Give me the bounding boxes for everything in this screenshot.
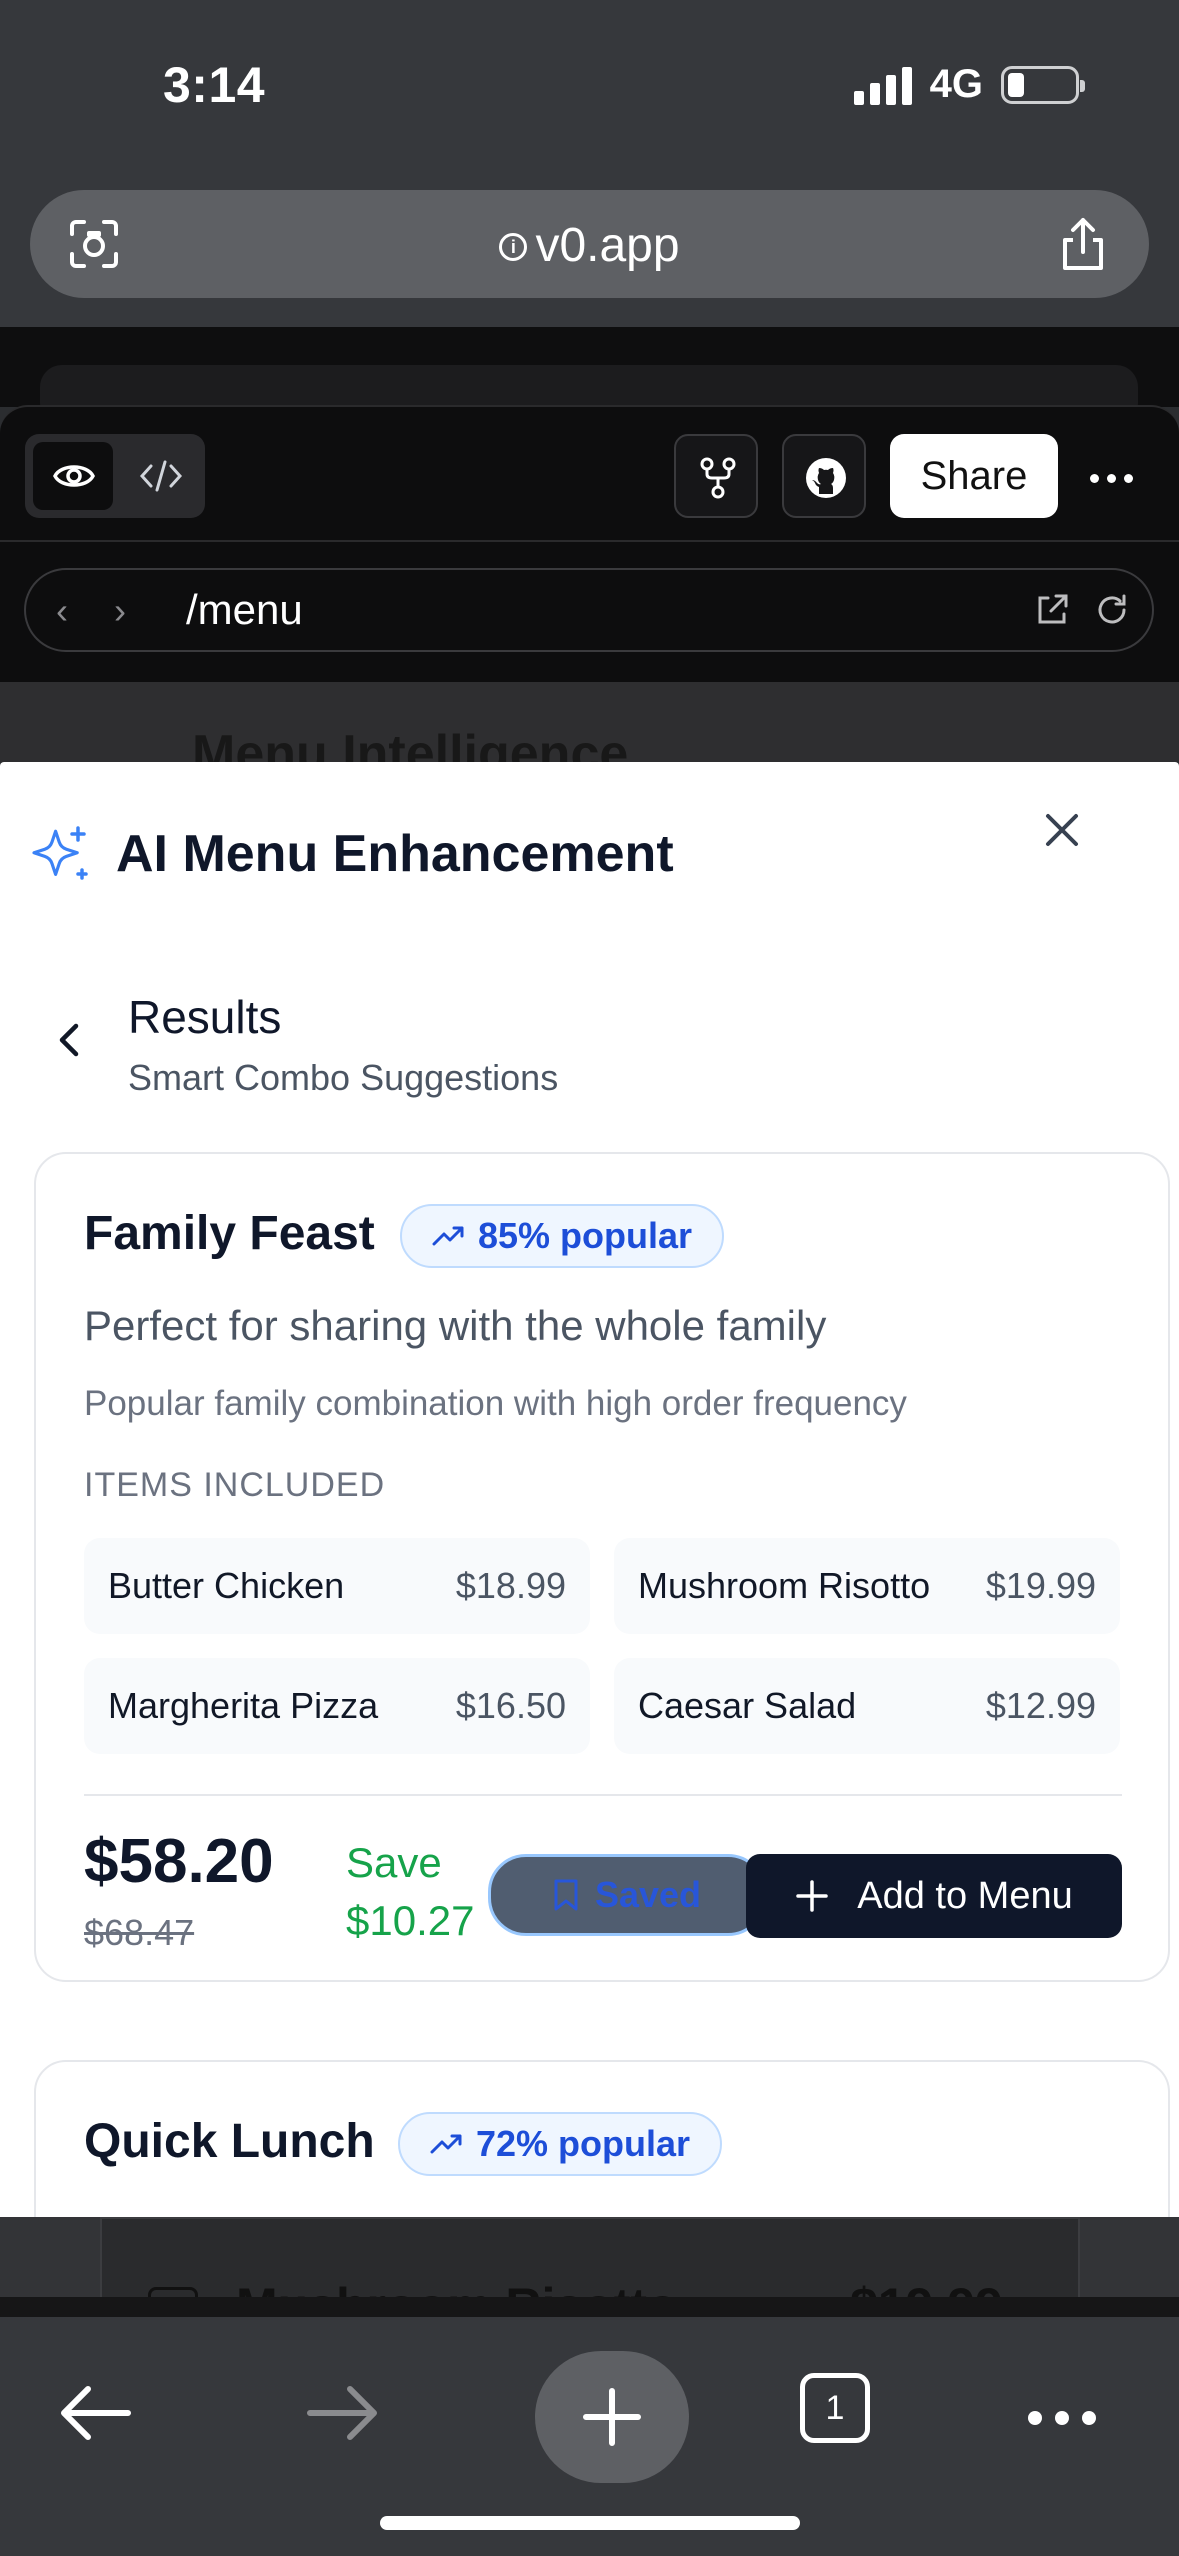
github-button[interactable] [782,434,866,518]
combo-item: Margherita Pizza $16.50 [84,1658,590,1754]
add-to-menu-button[interactable]: Add to Menu [746,1854,1122,1938]
item-name: Margherita Pizza [108,1685,379,1726]
browser-url-area: i v0.app [0,175,1179,327]
status-indicators: 4G [853,62,1085,107]
eye-icon[interactable] [53,458,95,494]
tabs-button[interactable]: 1 [800,2373,870,2443]
combo-item: Butter Chicken $18.99 [84,1538,590,1634]
new-tab-button[interactable] [535,2351,689,2483]
v0-frame-top [0,327,1179,425]
home-indicator [380,2516,800,2530]
forward-nav-icon[interactable]: › [114,590,126,632]
forward-arrow-icon[interactable] [306,2383,380,2443]
popularity-text: 72% popular [476,2123,691,2164]
background-page-bottom: Mushroom Risotto $19.99 [0,2217,1179,2297]
background-item-price: $19.99 [850,2277,1003,2297]
more-options-button[interactable] [1080,434,1164,518]
back-chevron-icon[interactable] [54,1020,84,1060]
refresh-icon[interactable] [1094,592,1130,628]
combo-item: Mushroom Risotto $19.99 [614,1538,1120,1634]
save-amount: $10.27 [346,1897,475,1944]
open-external-icon[interactable] [1034,592,1070,628]
plus-icon [583,2388,641,2446]
add-to-menu-label: Add to Menu [857,1874,1073,1917]
ai-menu-dialog: AI Menu Enhancement Results Smart Combo … [0,762,1179,2217]
dialog-title: AI Menu Enhancement [116,825,674,883]
bookmark-icon [554,1879,578,1911]
background-heading: Menu Intelligence [192,725,629,762]
network-type: 4G [929,62,983,106]
status-bar: 3:14 4G [0,0,1179,175]
plus-icon [796,1880,828,1912]
combo-card: Family Feast 85% popular Perfect for sha… [34,1152,1170,1982]
background-page: Menu Intelligence [0,682,1179,762]
view-toggle [25,434,205,518]
popularity-badge: 85% popular [400,1204,725,1268]
items-included-label: ITEMS INCLUDED [84,1466,386,1504]
item-price: $12.99 [985,1685,1096,1726]
back-arrow-icon[interactable] [58,2383,132,2443]
background-item-name: Mushroom Risotto [236,2277,678,2297]
results-title: Results [128,991,282,1043]
path-text: /menu [186,586,303,633]
results-subtitle: Smart Combo Suggestions [128,1057,559,1098]
combo-price: $58.20 [84,1827,274,1896]
status-time: 3:14 [163,57,266,113]
combo-name: Family Feast [84,1207,375,1260]
close-icon[interactable] [1040,808,1084,852]
item-price: $18.99 [455,1565,566,1606]
github-icon [806,458,846,498]
code-icon[interactable] [139,458,183,494]
back-nav-icon[interactable]: ‹ [56,590,68,632]
combo-name: Quick Lunch [84,2115,375,2168]
combo-card: Quick Lunch 72% popular [34,2060,1170,2217]
combo-item: Caesar Salad $12.99 [614,1658,1120,1754]
share-button[interactable]: Share [890,434,1058,518]
save-label: Save [346,1839,442,1886]
url-text: v0.app [535,219,680,272]
savings: Save $10.27 [346,1834,474,1950]
url-display[interactable]: i v0.app [30,218,1149,273]
item-price: $16.50 [455,1685,566,1726]
combo-description: Perfect for sharing with the whole famil… [84,1302,827,1349]
saved-button[interactable]: Saved [488,1854,766,1936]
v0-toolbar: Share [0,405,1179,540]
preview-path-bar: ‹ › /menu [0,540,1179,682]
address-bar[interactable]: i v0.app [30,190,1149,298]
fork-button[interactable] [674,434,758,518]
item-name: Mushroom Risotto [638,1565,931,1606]
item-price: $19.99 [985,1565,1096,1606]
checkbox-icon [148,2287,198,2297]
item-name: Butter Chicken [108,1565,345,1606]
popularity-badge: 72% popular [398,2112,723,2176]
trending-up-icon [432,1226,464,1246]
path-field[interactable]: ‹ › /menu [24,568,1154,652]
item-name: Caesar Salad [638,1685,857,1726]
cellular-signal-icon [853,65,912,105]
sparkles-icon [32,826,88,880]
battery-icon [1001,65,1085,104]
fork-icon [700,457,736,499]
site-info-icon[interactable]: i [499,233,528,261]
divider [84,1794,1122,1796]
popularity-text: 85% popular [478,1215,693,1256]
original-price: $68.47 [84,1912,195,1953]
combo-reason: Popular family combination with high ord… [84,1384,907,1423]
saved-label: Saved [594,1874,702,1915]
share-icon[interactable] [1055,214,1111,274]
trending-up-icon [430,2134,462,2154]
